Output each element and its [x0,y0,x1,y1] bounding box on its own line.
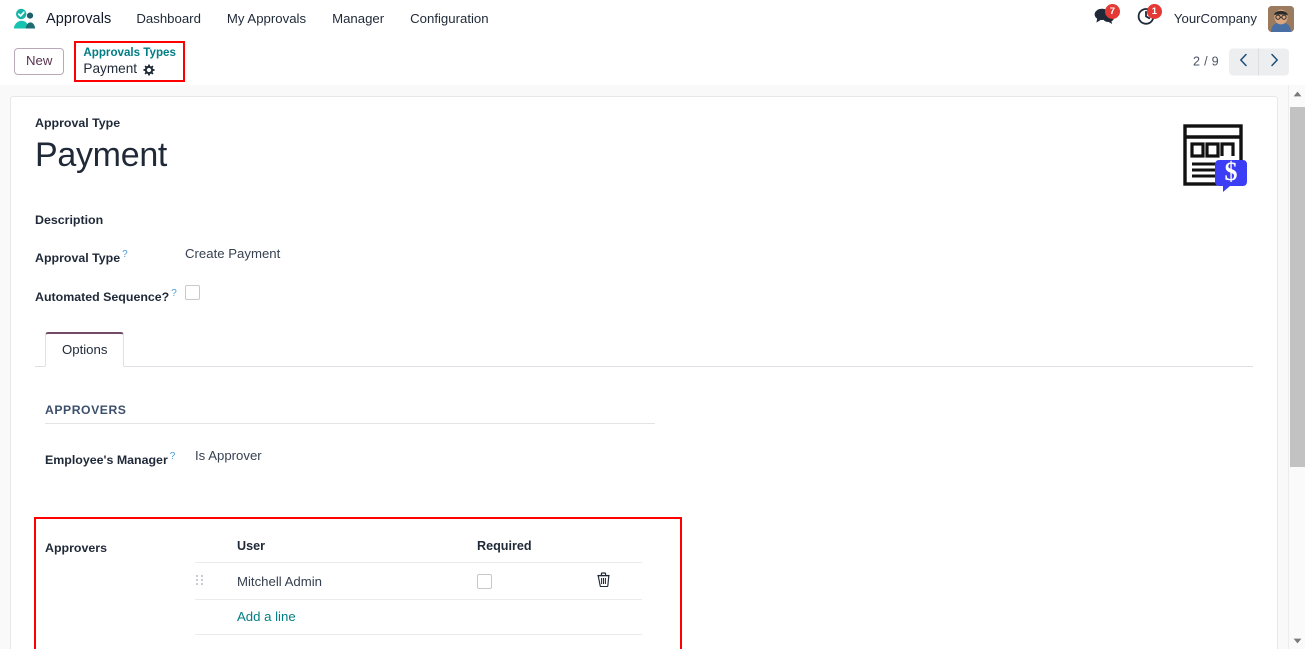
approvers-add-line-row[interactable]: Add a line [195,599,642,636]
employees-manager-tooltip-icon[interactable]: ? [170,451,176,462]
approvers-list-block: Approvers User Required Mitchell Admin A… [34,517,1253,649]
nav-item-my-approvals[interactable]: My Approvals [214,0,319,38]
breadcrumb-current-label: Payment [83,61,138,76]
scrollbar-thumb[interactable] [1290,107,1305,467]
chevron-left-icon [1239,53,1248,70]
field-row-employees-manager: Employee's Manager? Is Approver [45,447,1253,469]
approvers-table-header: User Required [195,539,642,564]
approver-user-cell[interactable]: Mitchell Admin [237,562,477,601]
messages-button[interactable]: 7 [1084,0,1124,38]
approval-type-field-label: Approval Type? [35,249,128,266]
approvers-header-handle [195,539,237,564]
approver-required-cell [477,562,597,601]
svg-text:$: $ [1225,157,1238,186]
app-brand[interactable]: Approvals [8,0,123,37]
control-panel: New Approvals Types Payment 2 / 9 [0,38,1305,85]
employees-manager-field-label: Employee's Manager? [45,451,176,468]
vertical-scrollbar[interactable] [1288,85,1305,649]
tab-options[interactable]: Options [45,332,125,368]
approval-type-title-label: Approval Type [35,116,121,130]
messages-badge: 7 [1104,3,1120,19]
record-title[interactable]: Payment [35,134,167,176]
chevron-right-icon [1270,53,1279,70]
automated-sequence-field-label: Automated Sequence?? [35,288,177,305]
approvers-header-actions [597,539,642,564]
automated-sequence-value [185,283,200,301]
breadcrumb-current: Payment [83,60,176,77]
tab-pane-options: APPROVERS Employee's Manager? Is Approve… [34,367,1253,649]
new-button[interactable]: New [14,48,65,75]
form-content-area: Approval Type Payment $ Description Appr… [0,85,1305,649]
scroll-down-arrow-icon[interactable] [1289,632,1305,649]
navbar-right-tools: 7 1 YourCompany [1084,0,1297,37]
scroll-up-arrow-icon[interactable] [1289,85,1305,102]
activities-button[interactable]: 1 [1126,0,1166,38]
approvers-footer-cell [237,634,642,649]
add-a-line-button[interactable]: Add a line [237,609,296,624]
group-title-approvers: APPROVERS [45,403,655,425]
breadcrumb: Approvals Types Payment [74,41,185,82]
sheet-header: Approval Type Payment $ [35,115,1253,192]
approvers-header-required[interactable]: Required [477,539,597,564]
trash-icon[interactable] [597,572,610,588]
field-row-approval-type: Approval Type? Create Payment [35,245,1253,267]
pager-previous-button[interactable] [1229,48,1259,75]
app-brand-label: Approvals [46,10,112,27]
drag-handle-icon[interactable] [195,574,204,586]
gear-icon[interactable] [143,63,155,76]
nav-item-dashboard[interactable]: Dashboard [123,0,214,38]
payment-invoice-dollar-icon[interactable]: $ [1181,115,1253,192]
top-navbar: Approvals Dashboard My Approvals Manager… [0,0,1305,38]
approver-row-handle-cell [195,562,237,601]
navbar-menu: Dashboard My Approvals Manager Configura… [123,0,501,37]
user-avatar-icon[interactable] [1268,5,1294,32]
approvers-footer-spacer [195,634,237,649]
approval-type-tooltip-icon[interactable]: ? [122,249,128,260]
description-label: Description [35,213,104,227]
breadcrumb-parent-approvals-types[interactable]: Approvals Types [83,46,176,60]
approvers-header-user[interactable]: User [237,539,477,564]
activities-badge: 1 [1146,3,1162,19]
approvers-footer-row [195,634,642,649]
title-block: Approval Type Payment [35,115,167,176]
form-sheet: Approval Type Payment $ Description Appr… [10,96,1278,649]
notebook-tabs: Options [35,331,1253,368]
add-line-spacer [195,599,237,636]
field-row-automated-sequence: Automated Sequence?? [35,283,1253,307]
employees-manager-value[interactable]: Is Approver [195,447,262,465]
approvals-person-check-icon [13,8,37,30]
approval-type-value[interactable]: Create Payment [185,245,280,263]
automated-sequence-checkbox[interactable] [185,285,200,301]
approver-delete-cell [597,562,642,601]
approvers-table: User Required Mitchell Admin Add a line [195,539,642,649]
approvers-field-label: Approvers [45,541,107,556]
nav-item-manager[interactable]: Manager [319,0,397,38]
pager-next-button[interactable] [1259,48,1289,75]
company-switcher[interactable]: YourCompany [1168,11,1266,26]
automated-sequence-tooltip-icon[interactable]: ? [171,288,177,299]
table-row[interactable]: Mitchell Admin [195,562,642,601]
record-pager: 2 / 9 [1193,48,1289,75]
nav-item-configuration[interactable]: Configuration [397,0,501,38]
approver-required-checkbox[interactable] [477,574,492,590]
add-line-cell: Add a line [237,599,642,636]
pager-count: 2 / 9 [1192,54,1219,69]
